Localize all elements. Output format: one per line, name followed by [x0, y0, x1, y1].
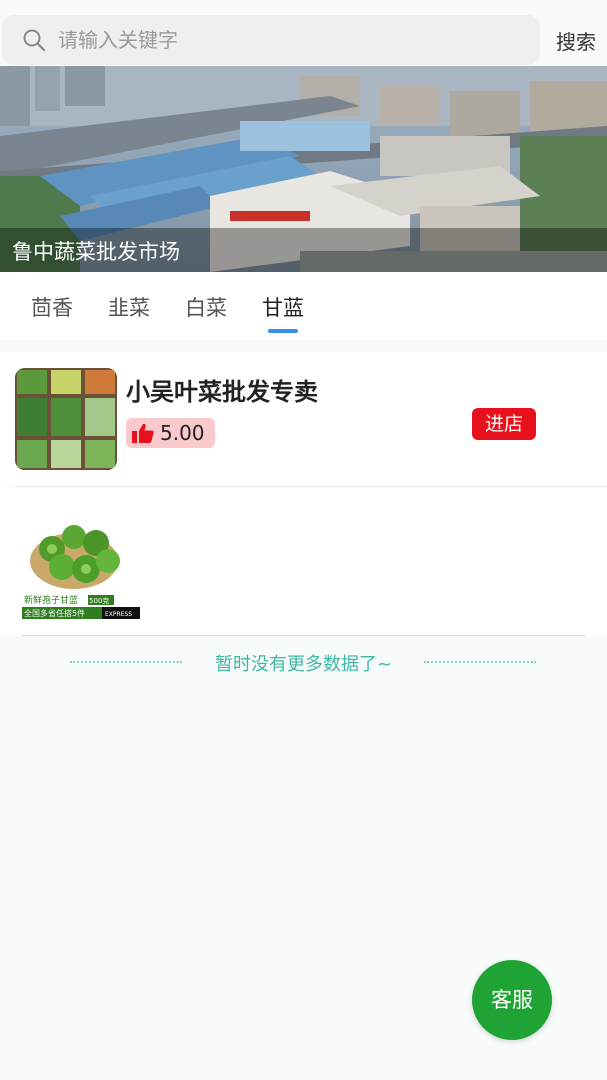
active-tab-indicator: [268, 329, 298, 333]
search-button[interactable]: 搜索: [556, 26, 596, 55]
shop-thumbnail: [15, 368, 117, 470]
list-divider: [22, 635, 585, 636]
customer-service-button[interactable]: 客服: [472, 960, 552, 1040]
no-more-data-text: 暂时没有更多数据了~: [214, 654, 393, 675]
product-image-promo: 全国多省任搭5件: [24, 608, 85, 618]
product-list: 新鲜孢子甘蓝 500克 全国多省任搭5件 EXPRESS: [0, 487, 607, 635]
thumbs-up-icon: [132, 423, 154, 443]
rating-value: 5.00: [160, 421, 205, 445]
search-icon: [23, 29, 46, 52]
product-image-caption: 新鲜孢子甘蓝: [24, 594, 78, 606]
product-image-weight: 500克: [89, 597, 109, 605]
category-tabs: 茴香 韭菜 白菜 甘蓝: [0, 272, 607, 340]
banner-caption-bar: 鲁中蔬菜批发市场: [0, 228, 607, 272]
shop-card[interactable]: 小吴叶菜批发专卖 5.00 进店: [0, 352, 607, 486]
rating-badge: 5.00: [126, 418, 215, 448]
dotted-line-right: [424, 661, 536, 663]
search-box[interactable]: [2, 15, 540, 65]
list-end-indicator: 暂时没有更多数据了~: [0, 650, 607, 675]
market-banner[interactable]: 鲁中蔬菜批发市场: [0, 66, 607, 272]
shop-name: 小吴叶菜批发专卖: [126, 378, 318, 406]
tab-kale[interactable]: 甘蓝: [262, 292, 304, 322]
tab-cabbage[interactable]: 白菜: [185, 292, 227, 322]
tab-fennel[interactable]: 茴香: [31, 292, 73, 322]
banner-caption: 鲁中蔬菜批发市场: [12, 240, 180, 264]
brussels-sprouts-product-image[interactable]: 新鲜孢子甘蓝 500克 全国多省任搭5件 EXPRESS: [22, 499, 142, 619]
search-input[interactable]: [58, 15, 518, 65]
enter-shop-button[interactable]: 进店: [472, 408, 536, 440]
express-logo: EXPRESS: [105, 611, 132, 618]
tab-chives[interactable]: 韭菜: [108, 292, 150, 322]
